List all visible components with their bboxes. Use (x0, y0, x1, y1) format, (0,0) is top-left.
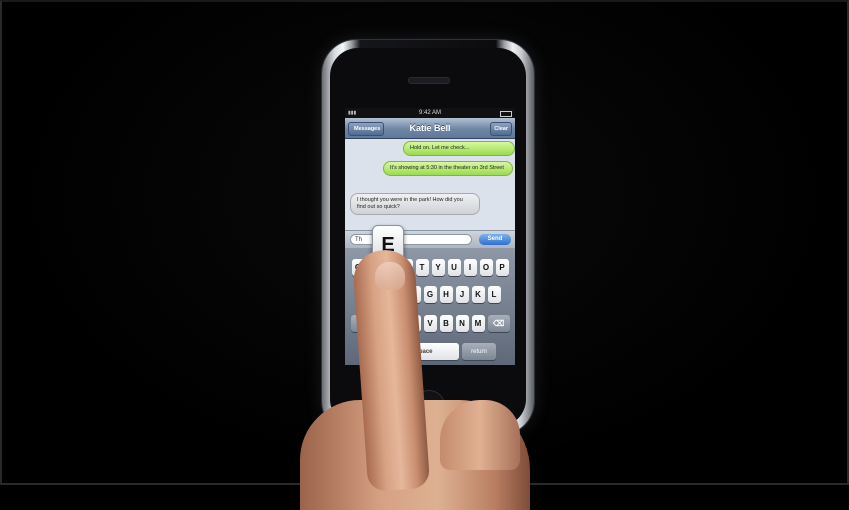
key[interactable]: G (423, 286, 437, 303)
sent-message-bubble: Hold on. Let me check... (403, 141, 515, 156)
status-time: 9:42 AM (418, 110, 441, 116)
key[interactable]: O (479, 259, 493, 276)
key[interactable]: Y (431, 259, 445, 276)
battery-icon (500, 111, 512, 117)
earpiece-speaker (408, 77, 450, 84)
key[interactable]: L (487, 286, 501, 303)
compose-bar: Th Send (345, 230, 515, 249)
key[interactable]: M (471, 315, 485, 332)
key[interactable]: B (439, 315, 453, 332)
backspace-key-icon[interactable]: ⌫ (487, 315, 510, 332)
clear-button[interactable]: Clear (490, 122, 512, 136)
status-bar: ▮▮▮ 9:42 AM (345, 108, 515, 118)
send-button[interactable]: Send (479, 234, 511, 245)
fingernail (375, 262, 405, 290)
key[interactable]: N (455, 315, 469, 332)
key[interactable]: J (455, 286, 469, 303)
message-input[interactable]: Th (350, 234, 472, 245)
navigation-bar: Messages Katie Bell Clear (345, 118, 515, 139)
key[interactable]: H (439, 286, 453, 303)
signal-icon: ▮▮▮ (348, 110, 357, 116)
key[interactable]: I (463, 259, 477, 276)
message-thread: Hold on. Let me check... It's showing at… (345, 139, 515, 231)
key[interactable]: V (423, 315, 437, 332)
hand-knuckle (440, 400, 520, 470)
key[interactable]: T (415, 259, 429, 276)
return-key[interactable]: return (462, 343, 496, 360)
key[interactable]: U (447, 259, 461, 276)
received-message-bubble: I thought you were in the park! How did … (350, 193, 480, 215)
key[interactable]: K (471, 286, 485, 303)
sent-message-bubble: It's showing at 5:30 in the theater on 3… (383, 161, 513, 176)
key[interactable]: P (495, 259, 509, 276)
